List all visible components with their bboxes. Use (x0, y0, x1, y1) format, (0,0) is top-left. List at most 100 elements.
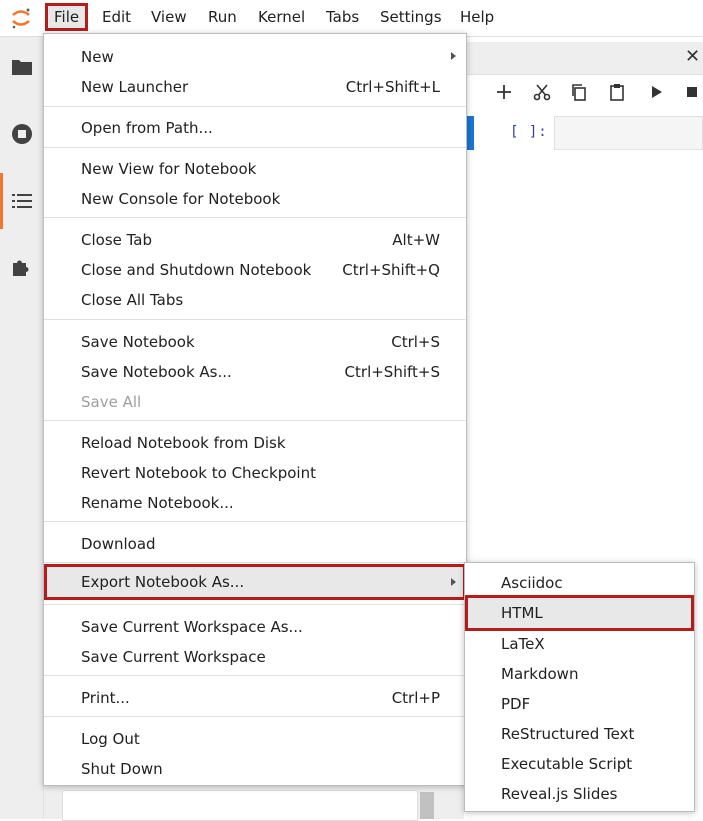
submenu-arrow-icon (451, 578, 456, 586)
menu-separator (44, 217, 466, 218)
menu-item-new-view[interactable]: New View for Notebook (44, 154, 466, 184)
menu-item-save-all: Save All (44, 387, 466, 417)
menu-edit[interactable]: Edit (102, 3, 131, 31)
menu-item-rename[interactable]: Rename Notebook... (44, 488, 466, 518)
menu-item-new-console[interactable]: New Console for Notebook (44, 184, 466, 214)
menu-separator (44, 147, 466, 148)
code-cell-input[interactable] (554, 116, 703, 150)
menu-item-new[interactable]: New (44, 42, 466, 72)
shortcut-label: Ctrl+P (391, 689, 440, 707)
menu-item-close-shutdown[interactable]: Close and Shutdown Notebook Ctrl+Shift+Q (44, 255, 466, 285)
stop-icon[interactable] (682, 82, 702, 102)
menu-item-label: Close and Shutdown Notebook (81, 261, 312, 279)
menu-item-download[interactable]: Download (44, 529, 466, 559)
cell-prompt: [ ]: (510, 124, 548, 140)
menu-item-label: Rename Notebook... (81, 494, 234, 512)
jupyter-logo-icon[interactable] (9, 6, 33, 30)
menu-item-label: Save All (81, 393, 142, 411)
submenu-arrow-icon (451, 52, 456, 60)
menu-separator (44, 562, 466, 563)
file-menu: New New Launcher Ctrl+Shift+L Open from … (43, 33, 467, 786)
menu-item-label: Close Tab (81, 231, 153, 249)
menu-item-logout[interactable]: Log Out (44, 724, 466, 754)
submenu-item-label: Asciidoc (501, 574, 563, 592)
menu-settings[interactable]: Settings (380, 3, 442, 31)
submenu-item-label: LaTeX (501, 635, 545, 653)
menu-item-shutdown[interactable]: Shut Down (44, 754, 466, 784)
menu-item-close-tab[interactable]: Close Tab Alt+W (44, 225, 466, 255)
cut-icon[interactable] (532, 82, 552, 102)
add-cell-icon[interactable] (494, 82, 514, 102)
menu-item-label: Close All Tabs (81, 291, 184, 309)
menu-item-new-launcher[interactable]: New Launcher Ctrl+Shift+L (44, 72, 466, 102)
menu-tabs[interactable]: Tabs (326, 3, 359, 31)
menu-item-label: New View for Notebook (81, 160, 257, 178)
menu-item-label: Print... (81, 689, 130, 707)
close-tab-icon[interactable]: ✕ (685, 46, 700, 67)
table-of-contents-icon[interactable] (10, 189, 34, 213)
submenu-item-label: ReStructured Text (501, 725, 635, 743)
export-submenu: Asciidoc HTML LaTeX Markdown PDF ReStruc… (464, 562, 695, 812)
menu-file[interactable]: File (45, 3, 89, 31)
menu-run[interactable]: Run (208, 3, 237, 31)
menu-item-close-all[interactable]: Close All Tabs (44, 285, 466, 315)
menu-item-label: Save Current Workspace As... (81, 618, 303, 636)
export-item-html[interactable]: HTML (465, 595, 694, 631)
menu-item-save-as[interactable]: Save Notebook As... Ctrl+Shift+S (44, 357, 466, 387)
menu-item-label: Revert Notebook to Checkpoint (81, 464, 316, 482)
shortcut-label: Ctrl+Shift+Q (342, 261, 440, 279)
left-sidebar (0, 37, 44, 819)
export-item-restructured-text[interactable]: ReStructured Text (465, 719, 694, 749)
menu-view[interactable]: View (151, 3, 187, 31)
shortcut-label: Ctrl+Shift+L (345, 78, 440, 96)
menubar: File Edit View Run Kernel Tabs Settings … (0, 0, 703, 37)
export-item-latex[interactable]: LaTeX (465, 629, 694, 659)
menu-kernel[interactable]: Kernel (258, 3, 305, 31)
menu-item-open-from-path[interactable]: Open from Path... (44, 113, 466, 143)
menu-separator (44, 604, 466, 605)
paste-icon[interactable] (607, 82, 627, 102)
export-item-revealjs-slides[interactable]: Reveal.js Slides (465, 779, 694, 809)
run-icon[interactable] (646, 82, 666, 102)
notebook-toolbar (466, 78, 703, 108)
menu-item-save-workspace-as[interactable]: Save Current Workspace As... (44, 612, 466, 642)
menu-item-export[interactable]: Export Notebook As... (44, 564, 466, 600)
running-icon[interactable] (10, 122, 34, 146)
submenu-item-label: Markdown (501, 665, 579, 683)
submenu-item-label: HTML (501, 604, 543, 622)
shortcut-label: Ctrl+S (391, 333, 440, 351)
menu-item-save-workspace[interactable]: Save Current Workspace (44, 642, 466, 672)
menu-item-label: Download (81, 535, 156, 553)
menu-separator (44, 716, 466, 717)
scrollbar[interactable] (420, 792, 434, 819)
folder-icon[interactable] (10, 55, 34, 79)
menu-separator (44, 420, 466, 421)
menu-item-label: Reload Notebook from Disk (81, 434, 286, 452)
background-cell (62, 790, 418, 821)
menu-item-label: New Console for Notebook (81, 190, 281, 208)
submenu-item-label: Reveal.js Slides (501, 785, 618, 803)
menu-item-label: New (81, 48, 114, 66)
menu-help[interactable]: Help (460, 3, 494, 31)
menu-item-label: Export Notebook As... (81, 573, 245, 591)
menu-item-revert[interactable]: Revert Notebook to Checkpoint (44, 458, 466, 488)
menu-item-label: Save Current Workspace (81, 648, 266, 666)
export-item-pdf[interactable]: PDF (465, 689, 694, 719)
copy-icon[interactable] (569, 82, 589, 102)
menu-separator (44, 106, 466, 107)
menu-item-label: Save Notebook As... (81, 363, 232, 381)
export-item-asciidoc[interactable]: Asciidoc (465, 568, 694, 598)
sidebar-active-indicator (0, 173, 3, 229)
export-item-markdown[interactable]: Markdown (465, 659, 694, 689)
menu-item-label: Shut Down (81, 760, 163, 778)
menu-item-label: Save Notebook (81, 333, 195, 351)
menu-item-reload[interactable]: Reload Notebook from Disk (44, 428, 466, 458)
menu-item-label: Log Out (81, 730, 140, 748)
export-item-executable-script[interactable]: Executable Script (465, 749, 694, 779)
menu-item-print[interactable]: Print... Ctrl+P (44, 683, 466, 713)
menu-item-save[interactable]: Save Notebook Ctrl+S (44, 327, 466, 357)
shortcut-label: Alt+W (392, 231, 440, 249)
active-cell-indicator (466, 116, 474, 150)
extension-icon[interactable] (10, 255, 34, 279)
menu-item-label: Open from Path... (81, 119, 213, 137)
